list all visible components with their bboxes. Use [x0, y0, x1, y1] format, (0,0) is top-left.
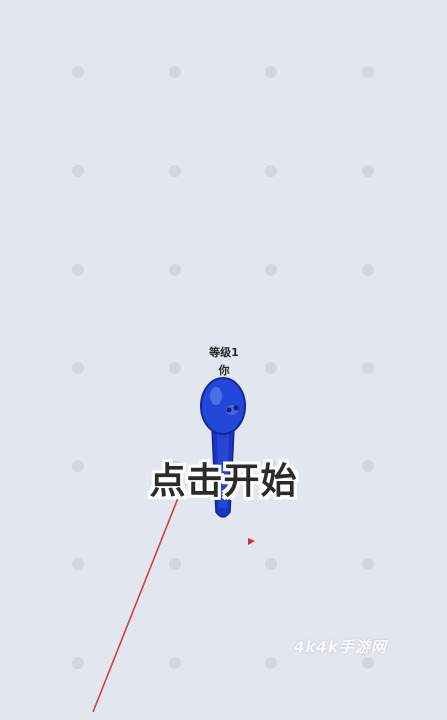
- game-canvas[interactable]: 等级1 你 点击开始 4k4k手游网: [0, 0, 447, 720]
- aim-line: [92, 487, 183, 713]
- watermark-text: 4k4k手游网: [294, 638, 387, 656]
- player-level-label: 等级1: [209, 346, 239, 359]
- tap-to-start-prompt[interactable]: 点击开始: [0, 452, 447, 504]
- player-name-label: 你: [218, 364, 230, 377]
- target-marker-icon: [248, 538, 255, 545]
- game-overlay: [92, 377, 255, 713]
